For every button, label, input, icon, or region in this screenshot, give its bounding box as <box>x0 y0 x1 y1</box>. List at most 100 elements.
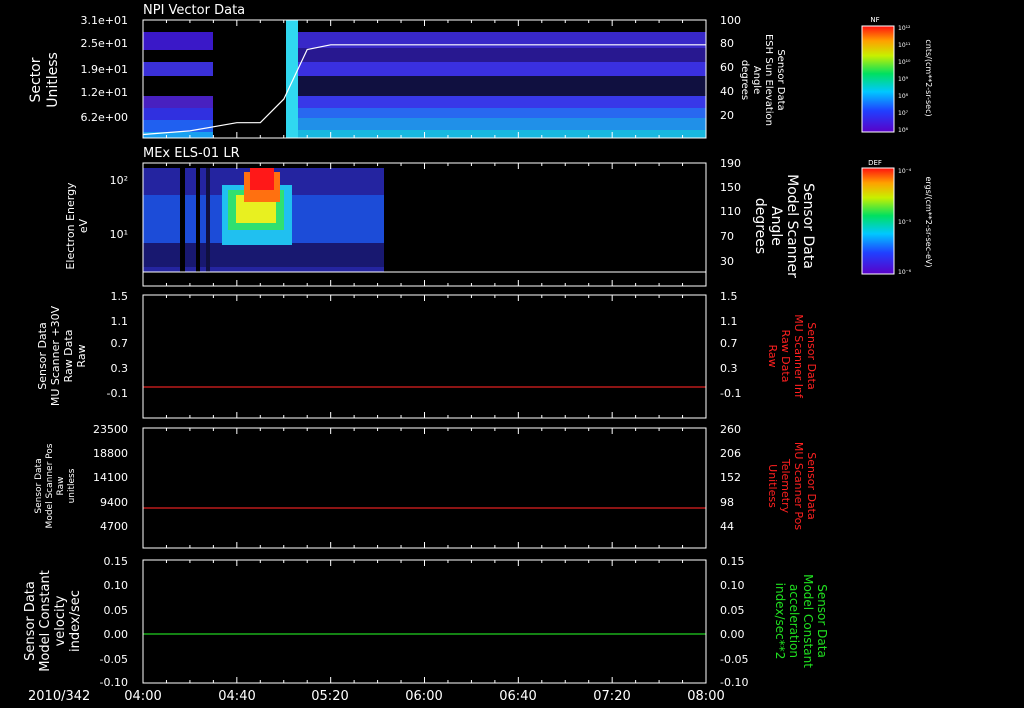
mu-pos-right-tick: 206 <box>720 447 741 460</box>
els-panel-title: MEx ELS-01 LR <box>143 146 240 161</box>
time-tick-label: 06:00 <box>405 689 442 704</box>
npi-heatmap <box>143 20 706 138</box>
colorbar-tick: 10⁻⁶ <box>898 269 912 276</box>
npi-heatmap-band <box>143 32 213 50</box>
npi-right-tick: 100 <box>720 14 741 27</box>
els-heatmap-band <box>180 168 185 272</box>
els-right-tick: 110 <box>720 205 741 218</box>
npi-right-tick: 80 <box>720 37 734 50</box>
axis-label-line: Raw <box>56 477 66 496</box>
mu-pos-left-tick: 18800 <box>93 447 128 460</box>
model-const-right-tick: 0.00 <box>720 628 745 641</box>
time-tick-label: 06:40 <box>499 689 536 704</box>
colorbar-tick: 10⁶ <box>898 127 909 134</box>
els-right-tick: 190 <box>720 157 741 170</box>
axis-label-line: Sensor Data <box>800 183 816 269</box>
els-right-tick: 150 <box>720 181 741 194</box>
axis-label-line: Sector <box>28 57 44 102</box>
axis-label-line: velocity <box>53 595 68 646</box>
date-label: 2010/342 <box>28 689 90 704</box>
model-const-left-tick: 0.00 <box>104 628 129 641</box>
axis-label-line: degrees <box>752 198 768 254</box>
els-right-axis-label: Sensor Data Model Scanner Angle degrees <box>752 174 816 278</box>
axis-label-line: Model Constant <box>801 574 815 668</box>
colorbar-tick: 10⁻⁴ <box>898 168 912 175</box>
model-const-left-tick: 0.05 <box>104 604 129 617</box>
model-const-frame <box>142 559 707 684</box>
time-axis: 2010/342 04:00 04:40 05:20 06:00 06:40 0… <box>28 689 725 704</box>
axis-label-line: Raw Data <box>62 330 75 383</box>
model-const-left-tick: -0.10 <box>100 676 128 689</box>
npi-heatmap-band <box>143 62 213 76</box>
model-const-right-tick: -0.10 <box>720 676 748 689</box>
els-left-tick: 10² <box>110 174 128 187</box>
mu-raw-right-axis-label: Sensor Data MU Scanner Inf Raw Data Raw <box>766 314 818 399</box>
axis-label-line: Raw Data <box>779 330 792 383</box>
axis-label-line: Sensor Data <box>36 322 49 389</box>
mu-raw-left-tick: -0.1 <box>107 387 128 400</box>
axis-label-line: degrees <box>739 60 750 100</box>
instrument-plot-figure: NPI Vector Data 3.1e+01 2.5e+01 1.9e+01 … <box>23 3 933 704</box>
mu-raw-left-axis-label: Sensor Data MU Scanner +30V Raw Data Raw <box>36 305 88 406</box>
colorbar-tick: 10¹² <box>898 25 911 32</box>
model-const-right-tick: -0.05 <box>720 653 748 666</box>
axis-label-line: Telemetry <box>779 458 792 514</box>
time-tick-label: 04:40 <box>218 689 255 704</box>
npi-panel-title: NPI Vector Data <box>143 3 245 18</box>
axis-label-line: unitless <box>67 468 77 503</box>
mu-pos-left-tick: 14100 <box>93 471 128 484</box>
time-tick-label: 04:00 <box>124 689 161 704</box>
model-const-right-axis-label: Sensor Data Model Constant acceleration … <box>773 574 829 668</box>
axis-label-line: Sensor Data <box>805 452 818 519</box>
npi-heatmap-band <box>298 130 706 138</box>
els-left-axis-label: Electron Energy eV <box>64 182 90 270</box>
axis-label-line: Angle <box>751 66 762 94</box>
els-colorbar: DEF 10⁻⁴ 10⁻⁵ 10⁻⁶ ergs/(cm**2-sr-sec-eV… <box>861 159 933 276</box>
colorbar-tick: 10⁹ <box>898 76 909 83</box>
npi-heatmap-band <box>298 76 706 96</box>
colorbar-tick: 10⁷ <box>898 110 909 117</box>
npi-right-axis-label: Sensor Data ESH Sun Elevation Angle degr… <box>739 34 786 126</box>
mu-pos-frame <box>142 427 707 549</box>
mu-pos-right-tick: 152 <box>720 471 741 484</box>
els-heatmap-band <box>196 168 200 272</box>
axis-label-line: Unitless <box>45 52 61 108</box>
mu-raw-right-tick: 1.5 <box>720 290 738 303</box>
axis-label-line: Raw <box>75 344 88 367</box>
npi-heatmap-band <box>286 20 298 138</box>
axis-label-line: Sensor Data <box>815 584 829 658</box>
axis-label-line: Raw <box>766 344 779 367</box>
colorbar-name: NF <box>870 16 879 24</box>
els-right-tick: 30 <box>720 255 734 268</box>
colorbar-tick: 10⁻⁵ <box>898 219 912 226</box>
mu-raw-right-tick: 0.3 <box>720 362 738 375</box>
axis-label-line: ESH Sun Elevation <box>763 34 774 126</box>
mu-pos-left-axis-label: Sensor Data Model Scanner Pos Raw unitle… <box>34 443 77 528</box>
npi-left-tick: 2.5e+01 <box>81 37 128 50</box>
els-heatmap-band <box>250 168 274 190</box>
npi-panel: NPI Vector Data 3.1e+01 2.5e+01 1.9e+01 … <box>28 3 933 139</box>
npi-colorbar: NF 10¹² 10¹¹ 10¹⁰ 10⁹ 10⁸ 10⁷ 10⁶ cnts/(… <box>861 16 933 134</box>
mu-raw-left-tick: 0.3 <box>111 362 129 375</box>
axis-label-line: Unitless <box>766 464 779 508</box>
axis-label-line: Electron Energy <box>64 182 77 270</box>
npi-heatmap-band <box>298 32 706 48</box>
mu-raw-right-tick: -0.1 <box>720 387 741 400</box>
model-const-panel: 0.15 0.10 0.05 0.00 -0.05 -0.10 0.15 0.1… <box>23 555 829 689</box>
npi-right-tick: 20 <box>720 109 734 122</box>
axis-label-line: MU Scanner +30V <box>49 305 62 406</box>
colorbar-tick: 10¹⁰ <box>898 59 911 66</box>
model-const-right-tick: 0.05 <box>720 604 745 617</box>
axis-label-line: acceleration <box>787 584 801 658</box>
els-right-tick: 70 <box>720 230 734 243</box>
axis-label-line: Model Scanner <box>784 174 800 278</box>
axis-label-line: MU Scanner Pos <box>792 442 805 531</box>
model-const-right-tick: 0.15 <box>720 555 745 568</box>
mu-raw-left-tick: 0.7 <box>111 337 129 350</box>
npi-left-tick: 1.9e+01 <box>81 63 128 76</box>
axis-label-line: Angle <box>768 206 784 246</box>
mu-raw-frame <box>142 294 707 419</box>
axis-label-line: Sensor Data <box>805 322 818 389</box>
npi-right-tick: 60 <box>720 61 734 74</box>
mu-raw-right-tick: 1.1 <box>720 315 738 328</box>
